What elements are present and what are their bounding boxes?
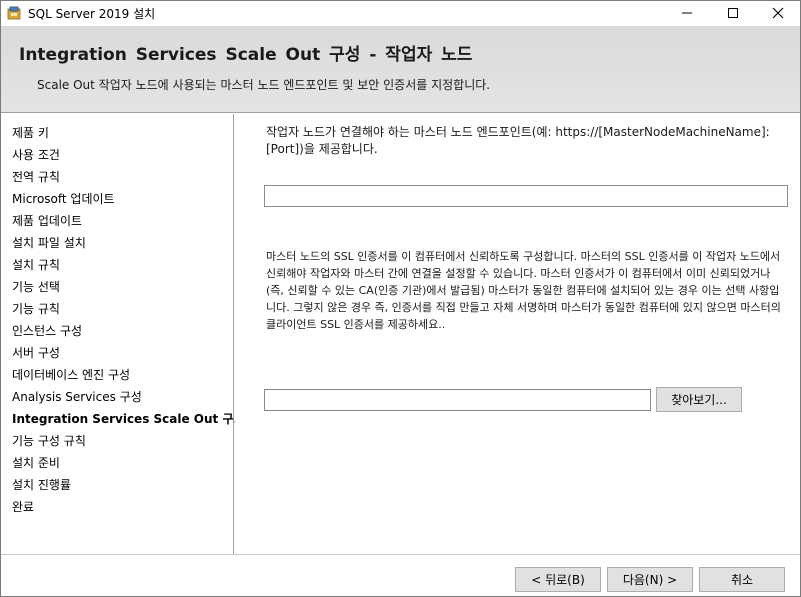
page-title: Integration Services Scale Out 구성 - 작업자 …	[19, 45, 473, 65]
title-bar: SQL Server 2019 설치	[0, 0, 801, 26]
step-server-configuration[interactable]: 서버 구성	[12, 342, 247, 364]
main-content: 작업자 노드가 연결해야 하는 마스터 노드 엔드포인트(예: https://…	[235, 114, 800, 554]
step-database-engine-configuration[interactable]: 데이터베이스 엔진 구성	[12, 364, 247, 386]
page-header: Integration Services Scale Out 구성 - 작업자 …	[1, 26, 800, 113]
footer-bar: < 뒤로(B) 다음(N) > 취소	[1, 554, 800, 597]
step-feature-rules[interactable]: 기능 규칙	[12, 298, 247, 320]
certificate-description: 마스터 노드의 SSL 인증서를 이 컴퓨터에서 신뢰하도록 구성합니다. 마스…	[266, 250, 781, 331]
browse-button[interactable]: 찾아보기...	[656, 387, 742, 412]
step-analysis-services-configuration[interactable]: Analysis Services 구성	[12, 386, 247, 408]
step-installation-progress[interactable]: 설치 진행률	[12, 474, 247, 496]
page-subtitle: Scale Out 작업자 노드에 사용되는 마스터 노드 엔드포인트 및 보안…	[37, 78, 491, 92]
step-ready-to-install[interactable]: 설치 준비	[12, 452, 247, 474]
sql-server-setup-icon	[7, 6, 21, 20]
step-feature-selection[interactable]: 기능 선택	[12, 276, 247, 298]
minimize-button[interactable]	[664, 0, 710, 26]
minimize-icon	[682, 12, 692, 14]
window-title: SQL Server 2019 설치	[28, 7, 156, 21]
step-license-terms[interactable]: 사용 조건	[12, 144, 247, 166]
steps-list: 제품 키 사용 조건 전역 규칙 Microsoft 업데이트 제품 업데이트 …	[12, 122, 247, 518]
step-product-key[interactable]: 제품 키	[12, 122, 247, 144]
next-button[interactable]: 다음(N) >	[607, 567, 693, 592]
master-endpoint-input[interactable]	[264, 185, 788, 207]
step-install-rules[interactable]: 설치 규칙	[12, 254, 247, 276]
step-global-rules[interactable]: 전역 규칙	[12, 166, 247, 188]
step-product-updates[interactable]: 제품 업데이트	[12, 210, 247, 232]
cancel-button[interactable]: 취소	[699, 567, 785, 592]
step-install-setup-files[interactable]: 설치 파일 설치	[12, 232, 247, 254]
certificate-path-input[interactable]	[264, 389, 651, 411]
step-microsoft-update[interactable]: Microsoft 업데이트	[12, 188, 247, 210]
close-icon	[772, 7, 784, 19]
step-integration-services-scale-out[interactable]: Integration Services Scale Out 구...	[12, 408, 247, 430]
setup-steps-sidebar: 제품 키 사용 조건 전역 규칙 Microsoft 업데이트 제품 업데이트 …	[1, 114, 247, 554]
step-instance-configuration[interactable]: 인스턴스 구성	[12, 320, 247, 342]
step-feature-configuration-rules[interactable]: 기능 구성 규칙	[12, 430, 247, 452]
maximize-button[interactable]	[710, 0, 756, 26]
step-complete[interactable]: 완료	[12, 496, 247, 518]
maximize-icon	[728, 8, 738, 18]
back-button[interactable]: < 뒤로(B)	[515, 567, 601, 592]
endpoint-description: 작업자 노드가 연결해야 하는 마스터 노드 엔드포인트(예: https://…	[266, 125, 770, 156]
close-button[interactable]	[755, 0, 801, 26]
